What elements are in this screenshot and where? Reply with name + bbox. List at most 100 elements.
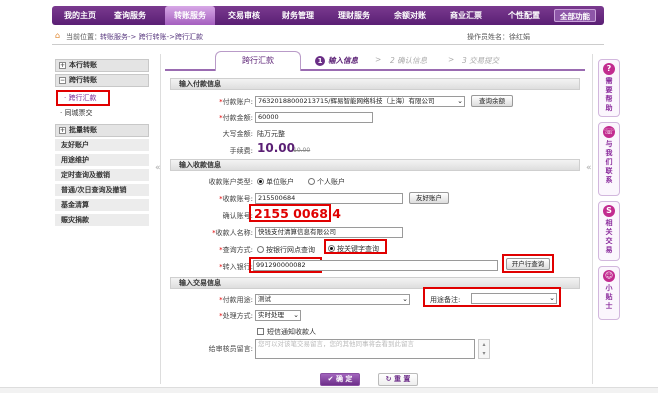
all-functions-button[interactable]: 全部功能 [554, 9, 596, 22]
radio-selected[interactable] [328, 245, 335, 252]
nav-bills[interactable]: 商业汇票 [444, 6, 488, 25]
chevron-down-icon: ⌄ [549, 294, 555, 302]
nav-wealth[interactable]: 理财服务 [332, 6, 376, 25]
nav-personal[interactable]: 个性配置 [502, 6, 546, 25]
tab-interbank-remittance[interactable]: 跨行汇款 [215, 51, 301, 71]
sidebar-section-local-transfer[interactable]: + 本行转账 [55, 59, 149, 72]
sms-notify[interactable]: 短信通知收款人 [257, 327, 316, 337]
nav-audit[interactable]: 交易审核 [222, 6, 266, 25]
upper-amount-value: 陆万元整 [257, 130, 285, 138]
button-label: 确 定 [335, 375, 353, 383]
sidebar-item-friend-accounts[interactable]: 友好账户 [55, 139, 149, 152]
step-arrow: > [448, 55, 455, 64]
query-balance-button[interactable]: 查询余额 [471, 95, 513, 107]
step-number: 3 [462, 56, 467, 65]
breadcrumb[interactable]: 转账服务-> 跨行转账->跨行汇款 [100, 32, 203, 42]
payee-type-personal[interactable]: 个人账户 [308, 177, 345, 187]
purpose-select[interactable]: 测试 ⌄ [255, 294, 410, 305]
nav-reconcile[interactable]: 余额对账 [388, 6, 432, 25]
step-confirm-info: 2 确认信息 [390, 55, 427, 66]
step-label: 输入信息 [328, 56, 358, 65]
radio-label: 个人账户 [317, 178, 345, 186]
upper-amount-label: 大写金额: [222, 130, 253, 138]
payee-type-company[interactable]: 单位账户 [257, 177, 294, 187]
sidebar-section-label: 批量转账 [69, 126, 97, 134]
sidebar-item-normal-query[interactable]: 普通/次日查询及撤销 [55, 184, 149, 197]
bank-query-button[interactable]: 开户行查询 [506, 258, 550, 270]
panel-label: 与我们联系 [605, 140, 613, 184]
label-text: 收款人名称: [215, 229, 253, 237]
reset-icon: ↻ [385, 375, 392, 383]
chevron-down-icon: ⌄ [293, 311, 299, 319]
confirm-button[interactable]: ✔ 确 定 [320, 373, 360, 386]
expand-icon[interactable]: + [59, 127, 66, 134]
emoji-picker-icon[interactable]: ▴ ▾ [478, 339, 490, 359]
main-content: 跨行汇款 1 输入信息 > 2 确认信息 > 3 交易提交 输入付款信息 *付款账… [165, 51, 585, 391]
button-label: 重 置 [393, 375, 411, 383]
sidebar-item-scheduled-query[interactable]: 定时查询及撤销 [55, 169, 149, 182]
sidebar-item-purpose-maintenance[interactable]: 用途维护 [55, 154, 149, 167]
nav-finance[interactable]: 财务管理 [276, 6, 320, 25]
nav-transfer[interactable]: 转账服务 [165, 6, 215, 25]
sidebar-item-disaster-donation[interactable]: 赈灾捐款 [55, 214, 149, 227]
sidebar-section-label: 跨行转账 [69, 76, 97, 84]
message-label: 给审核员留言: [208, 345, 253, 353]
payee-name-input[interactable]: 快钱支付清算信息有限公司 [255, 227, 403, 238]
friend-accounts-button[interactable]: 友好账户 [409, 192, 449, 204]
payee-account-input[interactable]: 215500684 [255, 193, 403, 204]
right-collapse-icon[interactable]: « [586, 163, 592, 173]
divider [160, 54, 161, 384]
location-bar: ⌂ 当前位置： 转账服务-> 跨行转账->跨行汇款 操作员姓名：徐红娟 [52, 29, 604, 45]
sidebar-item-interbank-remittance[interactable]: · 跨行汇款 [56, 90, 111, 106]
reset-button[interactable]: ↻ 重 置 [378, 373, 418, 386]
section-payee-info: 输入收款信息 [170, 159, 580, 171]
radio-label: 按关键字查询 [337, 245, 379, 253]
sidebar-section-interbank-transfer[interactable]: − 跨行转账 [55, 74, 149, 87]
operator-name: 操作员姓名：徐红娟 [467, 33, 530, 41]
message-textarea[interactable]: 您可以对该笔交易留言，您的其他同事将会看到此留言 [255, 339, 475, 359]
query-by-keyword[interactable]: 按关键字查询 [328, 244, 379, 254]
radio-unselected[interactable] [257, 246, 264, 253]
payer-amount-input[interactable]: 60000 [255, 112, 373, 123]
payer-account-select[interactable]: 76320188000213715/辉易智能网络科技（上海）有限公司 ⌄ [255, 96, 465, 107]
sidebar-item-city-clearing[interactable]: · 同城票交 [60, 108, 92, 118]
query-by-branch[interactable]: 按银行网点查询 [257, 245, 315, 255]
sidebar-section-batch-transfer[interactable]: + 批量转账 [55, 124, 149, 137]
nav-query[interactable]: 查询服务 [108, 6, 152, 25]
chevron-down-icon: ⌄ [457, 97, 463, 105]
label-text: 付款金额: [222, 114, 253, 122]
help-button[interactable]: ? 需要帮助 [598, 59, 620, 117]
divider [592, 54, 593, 384]
smiley-icon: ☺ [603, 270, 615, 282]
related-transactions-button[interactable]: S 相关交易 [598, 201, 620, 261]
contact-us-button[interactable]: ☏ 与我们联系 [598, 122, 620, 196]
checkbox[interactable] [257, 328, 264, 335]
label-text: 查询方式: [222, 246, 253, 254]
home-icon[interactable]: ⌂ [55, 32, 63, 40]
remark-select[interactable]: ⌄ [471, 293, 557, 304]
expand-icon[interactable]: + [59, 62, 66, 69]
label-text: 处理方式: [222, 312, 253, 320]
nav-home[interactable]: 我的主页 [58, 6, 102, 25]
radio-selected[interactable] [257, 178, 264, 185]
step-number: 1 [315, 56, 325, 66]
process-select[interactable]: 实时处理 ⌄ [255, 310, 301, 321]
collapse-icon[interactable]: − [59, 77, 66, 84]
step-arrow: > [375, 55, 382, 64]
radio-unselected[interactable] [308, 178, 315, 185]
check-icon: ✔ [327, 375, 334, 383]
panel-label: 相关交易 [605, 219, 613, 254]
payer-amount-label: *付款金额: [219, 114, 253, 122]
tips-button[interactable]: ☺ 小贴士 [598, 266, 620, 320]
panel-label: 需要帮助 [605, 77, 613, 112]
sidebar-item-fund-clearing[interactable]: 基金清算 [55, 199, 149, 212]
confirm-account-value: 2155 0068 4 [254, 206, 341, 221]
label-text: 收款账号: [222, 195, 253, 203]
fee-label: 手续费: [229, 147, 253, 155]
help-icon: ? [603, 63, 615, 75]
section-payer-info: 输入付款信息 [170, 78, 580, 90]
target-bank-input[interactable]: 991290000082 [253, 260, 498, 271]
top-navigation: 我的主页 查询服务 转账服务 交易审核 财务管理 理财服务 余额对账 商业汇票 … [0, 0, 658, 27]
confirm-account-label: 确认账号: [222, 212, 253, 220]
phone-icon: ☏ [603, 126, 615, 138]
